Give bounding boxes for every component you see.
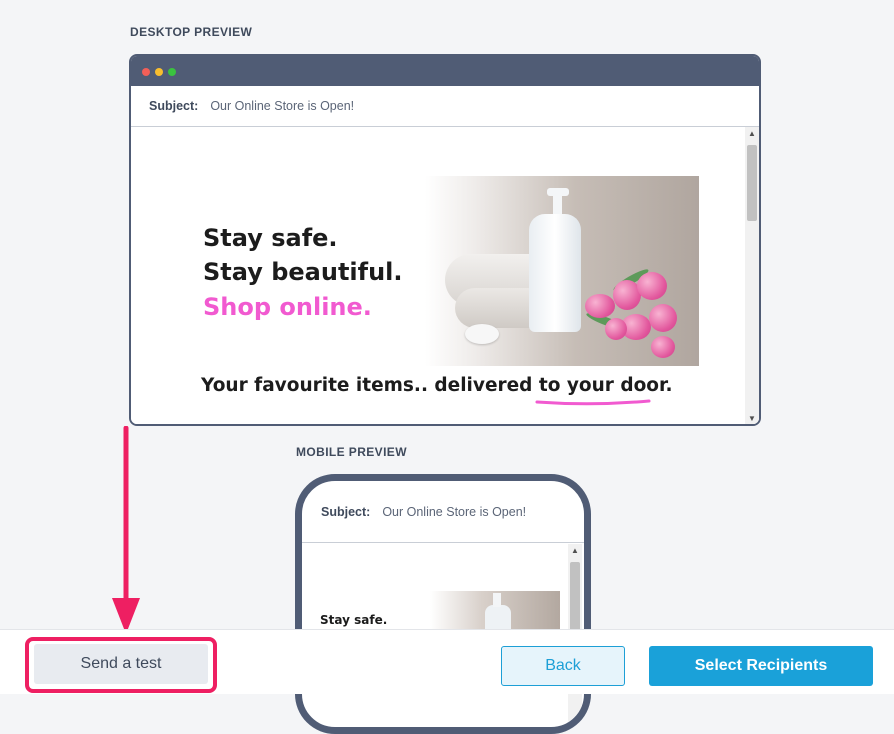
mobile-subject-label: Subject: xyxy=(321,504,371,519)
hero-tagline: Your favourite items.. delivered to your… xyxy=(201,375,673,396)
mobile-subject-value: Our Online Store is Open! xyxy=(382,504,527,519)
annotation-highlight-box xyxy=(25,637,217,693)
desktop-preview-label: DESKTOP PREVIEW xyxy=(130,25,253,39)
pink-underline-decoration xyxy=(535,399,651,406)
window-titlebar xyxy=(131,56,759,86)
hero-line-3: Shop online. xyxy=(203,293,372,321)
mobile-hero-line-1: Stay safe. xyxy=(320,613,388,627)
maximize-dot-icon xyxy=(168,68,176,76)
close-dot-icon xyxy=(142,68,150,76)
spa-products-image xyxy=(425,176,699,366)
mobile-subject-row: Subject: Our Online Store is Open! xyxy=(302,481,584,543)
footer-bar: Send a test Back Select Recipients xyxy=(0,629,894,694)
scroll-down-arrow-icon[interactable]: ▼ xyxy=(745,414,759,423)
mobile-preview-label: MOBILE PREVIEW xyxy=(296,445,407,459)
mobile-scroll-up-arrow-icon[interactable]: ▲ xyxy=(568,546,582,555)
email-subject-row: Subject: Our Online Store is Open! xyxy=(131,86,759,127)
back-button[interactable]: Back xyxy=(501,646,625,686)
desktop-preview-scrollbar[interactable]: ▲ ▼ xyxy=(745,127,759,424)
scroll-thumb[interactable] xyxy=(747,145,757,221)
scroll-up-arrow-icon[interactable]: ▲ xyxy=(745,129,759,138)
minimize-dot-icon xyxy=(155,68,163,76)
desktop-preview-frame: Subject: Our Online Store is Open! Stay … xyxy=(129,54,761,426)
hero-line-1: Stay safe. xyxy=(203,224,338,252)
email-body-preview[interactable]: Stay safe. Stay beautiful. Shop online. … xyxy=(131,127,759,424)
annotation-arrow-icon xyxy=(112,426,140,634)
hero-line-2: Stay beautiful. xyxy=(203,258,403,286)
subject-value: Our Online Store is Open! xyxy=(210,99,355,113)
select-recipients-button[interactable]: Select Recipients xyxy=(649,646,873,686)
mobile-preview-frame: Subject: Our Online Store is Open! Stay … xyxy=(295,474,591,734)
subject-label: Subject: xyxy=(149,99,199,113)
